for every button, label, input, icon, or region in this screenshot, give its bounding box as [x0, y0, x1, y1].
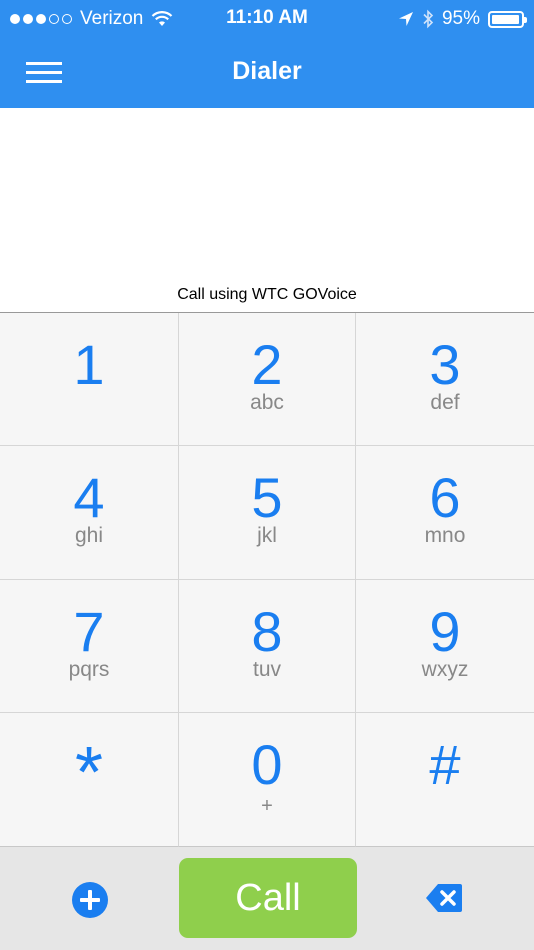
battery-fill: [492, 14, 519, 24]
key-letters: jkl: [257, 524, 277, 547]
key-8[interactable]: 8 tuv: [179, 580, 356, 713]
key-digit: 2: [251, 333, 283, 396]
keypad: 1 2 abc 3 def 4 ghi 5 jkl 6 mno 7 pqrs 8…: [0, 313, 534, 847]
key-letters: abc: [250, 391, 284, 414]
key-letters: tuv: [252, 658, 281, 681]
battery-icon: [488, 10, 527, 28]
key-letters: pqrs: [68, 658, 110, 681]
key-digit: 9: [429, 600, 461, 663]
key-2[interactable]: 2 abc: [179, 313, 356, 446]
status-right: 95%: [398, 7, 527, 31]
key-digit: 0: [251, 733, 283, 796]
app-header: Verizon 11:10 AM 95% Dialer: [0, 0, 534, 108]
action-bar: Call: [0, 847, 534, 950]
number-display-area: Call using WTC GOVoice: [0, 108, 534, 312]
key-4[interactable]: 4 ghi: [0, 446, 179, 580]
key-letters: mno: [424, 524, 466, 547]
location-arrow-icon: [398, 12, 413, 26]
key-7[interactable]: 7 pqrs: [0, 580, 179, 713]
key-6[interactable]: 6 mno: [356, 446, 534, 580]
key-digit: 1: [73, 333, 105, 396]
key-letters: def: [430, 391, 460, 414]
key-letters: ghi: [74, 524, 104, 547]
key-digit: 5: [251, 466, 283, 529]
key-digit: 3: [429, 333, 461, 396]
status-bar: Verizon 11:10 AM 95%: [0, 0, 534, 38]
key-letters: +: [261, 795, 273, 817]
key-digit: 8: [251, 600, 283, 663]
nav-bar: Dialer: [0, 38, 534, 108]
key-digit: 7: [73, 600, 105, 663]
key-3[interactable]: 3 def: [356, 313, 534, 446]
backspace-icon[interactable]: [424, 881, 464, 915]
key-1[interactable]: 1: [0, 313, 179, 446]
phone-number-input[interactable]: [20, 168, 514, 230]
call-button[interactable]: Call: [179, 858, 357, 938]
key-9[interactable]: 9 wxyz: [356, 580, 534, 713]
key-5[interactable]: 5 jkl: [179, 446, 356, 580]
key-hash[interactable]: #: [356, 713, 534, 847]
key-digit: *: [74, 733, 104, 813]
plus-circle-icon[interactable]: [72, 882, 108, 918]
key-digit: 4: [73, 466, 105, 529]
key-star[interactable]: *: [0, 713, 179, 847]
call-using-label: Call using WTC GOVoice: [177, 286, 357, 303]
page-title: Dialer: [232, 57, 302, 85]
key-digit: 6: [429, 466, 461, 529]
key-0[interactable]: 0 +: [179, 713, 356, 847]
key-letters: wxyz: [421, 658, 469, 681]
key-digit: #: [429, 733, 461, 796]
battery-percent: 95%: [441, 8, 480, 29]
bluetooth-icon: [423, 9, 434, 29]
